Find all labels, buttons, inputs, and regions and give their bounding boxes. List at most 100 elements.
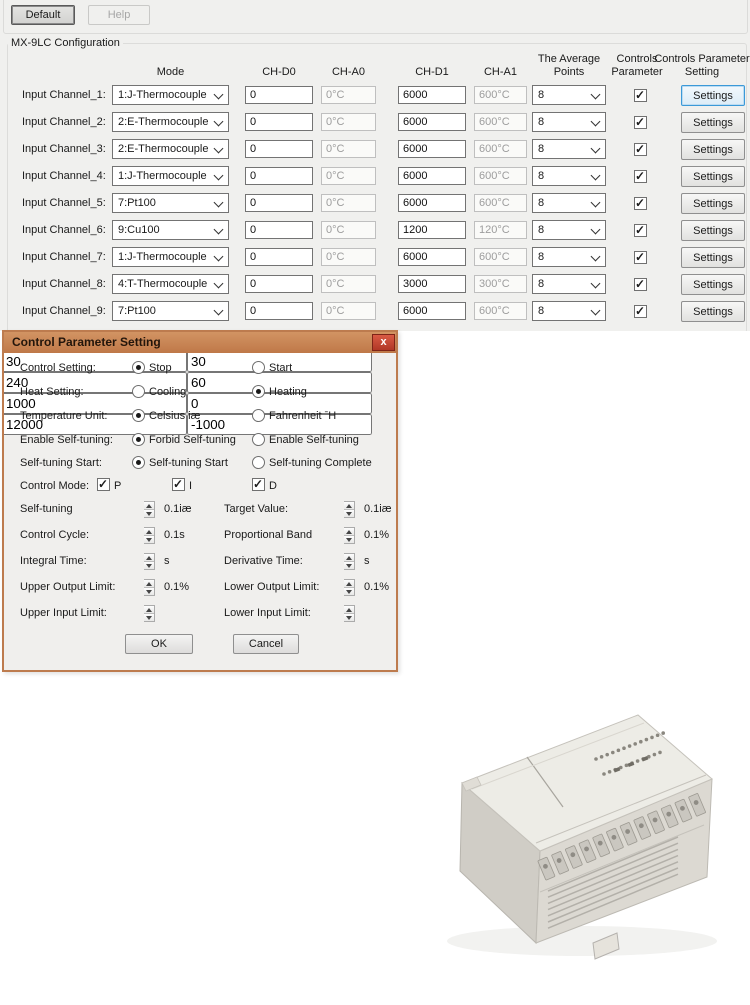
settings-button[interactable]: Settings	[681, 220, 745, 241]
controls-parameter-checkbox[interactable]	[634, 224, 647, 237]
settings-button[interactable]: Settings	[681, 85, 745, 106]
spinner-down-icon[interactable]	[144, 510, 154, 517]
mode-select[interactable]: 1:J-Thermocouple	[112, 247, 229, 267]
radio-fahrenheit-h[interactable]	[252, 409, 265, 422]
ch-d1-input[interactable]	[398, 221, 466, 239]
average-points-select[interactable]: 8	[532, 274, 606, 294]
settings-button[interactable]: Settings	[681, 139, 745, 160]
ch-d1-input[interactable]	[398, 167, 466, 185]
controls-parameter-checkbox[interactable]	[634, 197, 647, 210]
ch-d1-input[interactable]	[398, 140, 466, 158]
controls-parameter-checkbox[interactable]	[634, 251, 647, 264]
spinner-up-icon[interactable]	[344, 580, 354, 588]
ch-d1-input[interactable]	[398, 113, 466, 131]
spinner-up-icon[interactable]	[344, 502, 354, 510]
radio-cooling[interactable]	[132, 385, 145, 398]
average-points-select[interactable]: 8	[532, 85, 606, 105]
average-points-select[interactable]: 8	[532, 139, 606, 159]
radio-start[interactable]	[252, 361, 265, 374]
settings-button[interactable]: Settings	[681, 112, 745, 133]
average-points-select[interactable]: 8	[532, 220, 606, 240]
mode-select[interactable]: 9:Cu100	[112, 220, 229, 240]
settings-button[interactable]: Settings	[681, 247, 745, 268]
ch-d0-input[interactable]	[245, 302, 313, 320]
radio-enable-self-tuning[interactable]	[252, 433, 265, 446]
radio-celsius-i[interactable]	[132, 409, 145, 422]
spinner-control[interactable]	[144, 579, 155, 596]
ch-d1-input[interactable]	[398, 275, 466, 293]
ch-d0-input[interactable]	[245, 167, 313, 185]
dialog-title-bar[interactable]: Control Parameter Setting	[4, 332, 396, 353]
ch-d1-input[interactable]	[398, 302, 466, 320]
spinner-up-icon[interactable]	[344, 554, 354, 562]
controls-parameter-checkbox[interactable]	[634, 305, 647, 318]
settings-button[interactable]: Settings	[681, 301, 745, 322]
average-points-select[interactable]: 8	[532, 193, 606, 213]
ok-button[interactable]: OK	[125, 634, 193, 654]
spinner-down-icon[interactable]	[344, 588, 354, 595]
spinner-down-icon[interactable]	[344, 510, 354, 517]
ch-d1-input[interactable]	[398, 248, 466, 266]
ch-d0-input[interactable]	[245, 275, 313, 293]
spinner-control[interactable]	[144, 553, 155, 570]
ch-d0-input[interactable]	[245, 113, 313, 131]
spinner-control[interactable]	[344, 553, 355, 570]
spinner-down-icon[interactable]	[144, 588, 154, 595]
controls-parameter-checkbox[interactable]	[634, 89, 647, 102]
mode-select[interactable]: 7:Pt100	[112, 193, 229, 213]
radio-self-tuning-start[interactable]	[132, 456, 145, 469]
control-mode-checkbox-i[interactable]	[172, 478, 185, 491]
spinner-down-icon[interactable]	[344, 536, 354, 543]
ch-d0-input[interactable]	[245, 248, 313, 266]
control-mode-checkbox-d[interactable]	[252, 478, 265, 491]
average-points-select[interactable]: 8	[532, 301, 606, 321]
spinner-control[interactable]	[344, 605, 355, 622]
spinner-control[interactable]	[344, 579, 355, 596]
mode-select[interactable]: 1:J-Thermocouple	[112, 166, 229, 186]
mode-select[interactable]: 4:T-Thermocouple	[112, 274, 229, 294]
spinner-up-icon[interactable]	[344, 528, 354, 536]
ch-d0-input[interactable]	[245, 194, 313, 212]
settings-button[interactable]: Settings	[681, 274, 745, 295]
spinner-control[interactable]	[144, 605, 155, 622]
spinner-control[interactable]	[144, 501, 155, 518]
spinner-control[interactable]	[344, 527, 355, 544]
radio-forbid-self-tuning[interactable]	[132, 433, 145, 446]
ch-d0-input[interactable]	[245, 140, 313, 158]
controls-parameter-checkbox[interactable]	[634, 170, 647, 183]
average-points-select[interactable]: 8	[532, 247, 606, 267]
radio-self-tuning-complete[interactable]	[252, 456, 265, 469]
mode-select[interactable]: 2:E-Thermocouple	[112, 112, 229, 132]
help-button[interactable]: Help	[88, 5, 150, 25]
controls-parameter-checkbox[interactable]	[634, 278, 647, 291]
spinner-up-icon[interactable]	[144, 580, 154, 588]
spinner-control[interactable]	[144, 527, 155, 544]
spinner-down-icon[interactable]	[144, 562, 154, 569]
control-mode-checkbox-p[interactable]	[97, 478, 110, 491]
spinner-down-icon[interactable]	[344, 562, 354, 569]
spinner-up-icon[interactable]	[144, 554, 154, 562]
ch-d0-input[interactable]	[245, 86, 313, 104]
average-points-select[interactable]: 8	[532, 166, 606, 186]
settings-button[interactable]: Settings	[681, 166, 745, 187]
settings-button[interactable]: Settings	[681, 193, 745, 214]
spinner-up-icon[interactable]	[144, 528, 154, 536]
ch-d0-input[interactable]	[245, 221, 313, 239]
radio-stop[interactable]	[132, 361, 145, 374]
close-icon[interactable]: x	[372, 334, 395, 351]
mode-select[interactable]: 7:Pt100	[112, 301, 229, 321]
spinner-down-icon[interactable]	[344, 614, 354, 621]
mode-select[interactable]: 2:E-Thermocouple	[112, 139, 229, 159]
ch-d1-input[interactable]	[398, 194, 466, 212]
radio-heating[interactable]	[252, 385, 265, 398]
mode-select[interactable]: 1:J-Thermocouple	[112, 85, 229, 105]
spinner-down-icon[interactable]	[144, 536, 154, 543]
spinner-down-icon[interactable]	[144, 614, 154, 621]
controls-parameter-checkbox[interactable]	[634, 116, 647, 129]
spinner-up-icon[interactable]	[144, 502, 154, 510]
spinner-control[interactable]	[344, 501, 355, 518]
average-points-select[interactable]: 8	[532, 112, 606, 132]
cancel-button[interactable]: Cancel	[233, 634, 299, 654]
spinner-up-icon[interactable]	[344, 606, 354, 614]
spinner-up-icon[interactable]	[144, 606, 154, 614]
